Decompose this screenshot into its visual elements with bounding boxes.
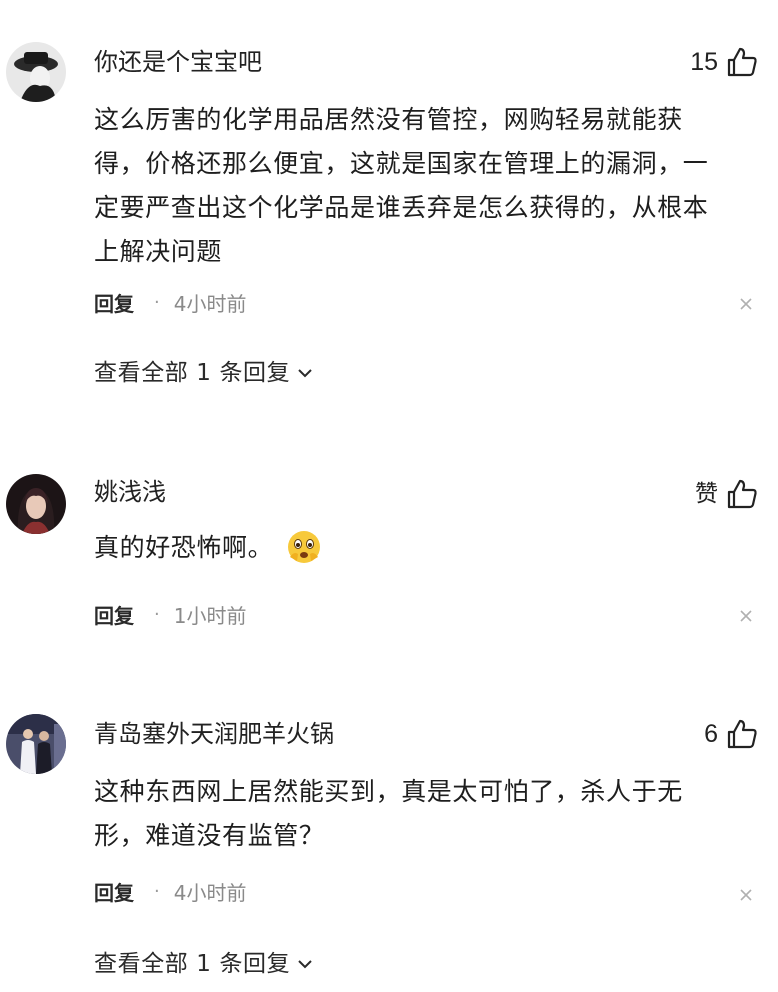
comment-text-line: 这种东西网上居然能买到，真是太可怕了，杀人于无 (94, 777, 683, 806)
close-icon[interactable] (738, 887, 754, 903)
reply-button[interactable]: 回复 (94, 288, 134, 317)
comment-text-line: 定要严查出这个化学品是谁丢弃是怎么获得的，从根本 (94, 193, 709, 222)
view-all-replies-button[interactable]: 查看全部 1 条回复 (94, 948, 314, 980)
like-label: 赞 (695, 481, 718, 507)
avatar-image (6, 474, 66, 534)
meta-separator: · (154, 603, 160, 625)
like-count: 15 (690, 48, 718, 76)
reply-button[interactable]: 回复 (94, 600, 134, 629)
username[interactable]: 你还是个宝宝吧 (94, 46, 262, 78)
comment-text-content: 真的好恐怖啊。 (94, 533, 274, 562)
meta-separator: · (154, 880, 160, 902)
chevron-down-icon (298, 369, 312, 378)
timestamp: 1小时前 (173, 603, 247, 628)
avatar[interactable] (6, 714, 66, 774)
like-button[interactable]: 赞 (695, 476, 758, 512)
avatar[interactable] (6, 42, 66, 102)
timestamp: 4小时前 (173, 880, 247, 905)
chevron-down-icon (298, 960, 312, 969)
thumb-up-icon (727, 719, 757, 749)
comment-3: 青岛塞外天润肥羊火锅 6 这种东西网上居然能买到，真是太可怕了，杀人于无 形，难… (0, 680, 778, 992)
avatar-image (6, 714, 66, 774)
comment-1: 你还是个宝宝吧 15 这么厉害的化学用品居然没有管控，网购轻易就能获 得，价格还… (0, 0, 778, 440)
view-replies-label: 查看全部 1 条回复 (94, 360, 291, 386)
username[interactable]: 青岛塞外天润肥羊火锅 (94, 718, 334, 750)
reply-button[interactable]: 回复 (94, 877, 134, 906)
avatar-image (6, 42, 66, 102)
comment-text-line: 上解决问题 (94, 237, 223, 266)
timestamp: 4小时前 (173, 291, 247, 316)
like-button[interactable]: 15 (690, 44, 758, 80)
meta-separator: · (154, 291, 160, 313)
comment-text: 这种东西网上居然能买到，真是太可怕了，杀人于无 形，难道没有监管？ (94, 770, 754, 858)
like-count: 6 (704, 720, 718, 748)
close-icon[interactable] (738, 296, 754, 312)
comment-text-line: 形，难道没有监管？ (94, 821, 325, 850)
comment-meta: 回复 · 1小时前 (94, 599, 246, 629)
comment-text: 真的好恐怖啊。 (94, 526, 754, 570)
view-all-replies-button[interactable]: 查看全部 1 条回复 (94, 357, 314, 389)
like-button[interactable]: 6 (704, 716, 758, 752)
avatar[interactable] (6, 474, 66, 534)
comment-meta: 回复 · 4小时前 (94, 876, 246, 906)
comment-2: 姚浅浅 赞 真的好恐怖啊。 回复 · 1小时前 (0, 440, 778, 680)
comment-text-line: 这么厉害的化学用品居然没有管控，网购轻易就能获 (94, 105, 683, 134)
thumb-up-icon (727, 479, 757, 509)
close-icon[interactable] (738, 608, 754, 624)
comment-meta: 回复 · 4小时前 (94, 287, 246, 317)
comment-text: 这么厉害的化学用品居然没有管控，网购轻易就能获 得，价格还那么便宜，这就是国家在… (94, 98, 754, 274)
comment-text-line: 得，价格还那么便宜，这就是国家在管理上的漏洞，一 (94, 149, 709, 178)
thumb-up-icon (727, 47, 757, 77)
scared-face-emoji-icon (288, 531, 321, 563)
view-replies-label: 查看全部 1 条回复 (94, 951, 291, 977)
username[interactable]: 姚浅浅 (94, 476, 166, 508)
